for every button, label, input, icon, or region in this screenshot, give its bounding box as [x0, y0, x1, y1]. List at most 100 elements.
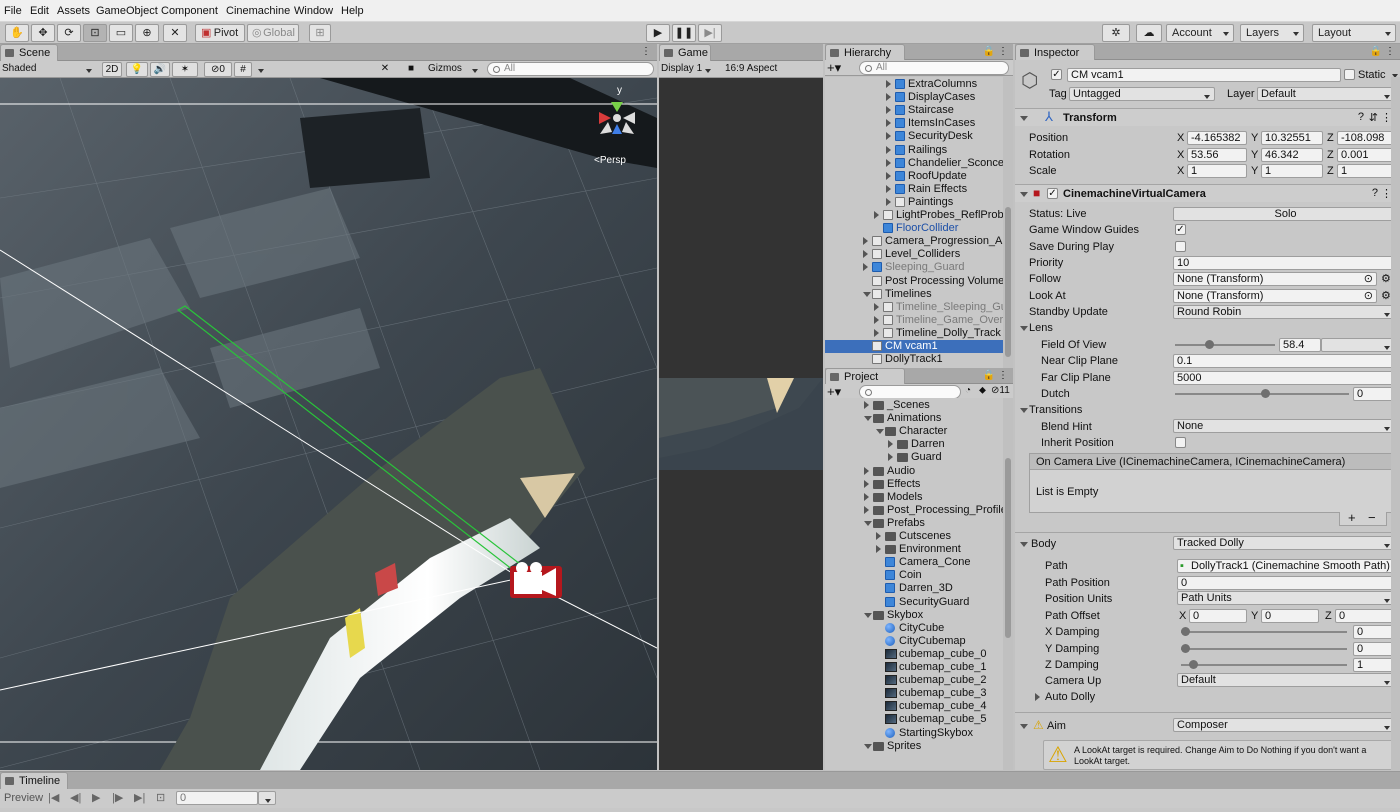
custom-tool-button[interactable]: ✕: [163, 24, 187, 42]
path-field[interactable]: ▪ DollyTrack1 (Cinemachine Smooth Path): [1177, 559, 1395, 573]
fov-slider[interactable]: [1175, 340, 1275, 349]
step-button[interactable]: ▶|: [698, 24, 722, 42]
collapse-arrow-icon[interactable]: [888, 453, 893, 462]
hierarchy-item[interactable]: FloorCollider: [825, 222, 1003, 235]
hierarchy-item[interactable]: ItemsInCases: [825, 117, 1003, 130]
next-frame-icon[interactable]: |▶: [112, 791, 123, 805]
collapse-arrow-icon[interactable]: [876, 532, 881, 540]
hierarchy-item[interactable]: Sleeping_Guard: [825, 261, 1003, 274]
auto-dolly-label[interactable]: Auto Dolly: [1045, 690, 1095, 704]
tag-dropdown[interactable]: Untagged: [1069, 87, 1215, 101]
collapse-arrow-icon[interactable]: [864, 466, 869, 475]
scale-z-field[interactable]: 1: [1337, 164, 1395, 178]
collapse-arrow-icon[interactable]: [886, 132, 891, 141]
effects-dropdown[interactable]: ✶: [172, 62, 198, 77]
hierarchy-item[interactable]: Camera_Progression_And: [825, 235, 1013, 248]
collapse-arrow-icon[interactable]: [863, 237, 868, 246]
active-checkbox[interactable]: ✓: [1051, 69, 1062, 80]
fov-field[interactable]: 58.4: [1279, 338, 1321, 352]
game-viewport[interactable]: [659, 78, 823, 770]
project-scrollbar[interactable]: [1003, 398, 1013, 770]
path-offset-z-field[interactable]: 0: [1335, 609, 1395, 623]
object-picker-icon[interactable]: ⊙: [1364, 273, 1373, 285]
slider-knob[interactable]: [1260, 389, 1270, 398]
fold-arrow-icon[interactable]: [1035, 693, 1040, 701]
scrollbar-thumb[interactable]: [1005, 458, 1011, 638]
hierarchy-item[interactable]: Timelines: [825, 288, 1003, 301]
fov-preset-dropdown[interactable]: [1321, 338, 1395, 352]
hierarchy-item[interactable]: Timeline_Sleeping_Gu: [825, 301, 1007, 314]
menu-cinemachine[interactable]: Cinemachine: [226, 5, 290, 17]
position-units-dropdown[interactable]: Path Units: [1177, 591, 1395, 605]
collapse-arrow-icon[interactable]: [886, 119, 891, 128]
layers-dropdown[interactable]: Layers: [1240, 24, 1304, 42]
filter-type-icon[interactable]: ◔: [965, 385, 971, 396]
menu-edit[interactable]: Edit: [30, 5, 49, 17]
hierarchy-item[interactable]: Rain Effects: [825, 183, 1003, 196]
slider-knob[interactable]: [1205, 340, 1215, 349]
collapse-arrow-icon[interactable]: [886, 171, 891, 180]
collapse-arrow-icon[interactable]: [886, 106, 891, 115]
object-name-field[interactable]: CM vcam1: [1067, 68, 1341, 82]
body-dropdown[interactable]: Tracked Dolly: [1173, 536, 1395, 550]
fold-arrow-icon[interactable]: [1020, 408, 1028, 413]
project-search-input[interactable]: [859, 385, 961, 399]
create-dropdown[interactable]: +▾: [827, 61, 855, 76]
transform-tool-button[interactable]: ⊕: [135, 24, 159, 42]
rotation-z-field[interactable]: 0.001: [1337, 148, 1395, 162]
scene-tools-button[interactable]: ✕: [376, 62, 394, 77]
preset-icon[interactable]: ⇵: [1369, 111, 1378, 124]
collapse-arrow-icon[interactable]: [876, 545, 881, 554]
grid-dropdown[interactable]: [254, 62, 266, 77]
blend-hint-dropdown[interactable]: None: [1173, 419, 1395, 433]
hierarchy-item[interactable]: SecurityDesk: [825, 130, 1003, 143]
path-position-field[interactable]: 0: [1177, 576, 1395, 590]
frame-field[interactable]: 0: [176, 791, 258, 805]
slider-knob[interactable]: [1181, 627, 1190, 636]
pivot-toggle[interactable]: ▣ Pivot: [195, 24, 245, 42]
snap-button[interactable]: ⊞: [309, 24, 331, 42]
y-damping-slider[interactable]: [1181, 644, 1347, 653]
object-picker-icon[interactable]: ⊙: [1364, 290, 1373, 302]
menu-assets[interactable]: Assets: [57, 5, 90, 17]
solo-button[interactable]: Solo: [1173, 207, 1395, 221]
collapse-arrow-icon[interactable]: [886, 197, 891, 206]
hierarchy-item[interactable]: Timeline_Game_Over: [825, 314, 1003, 327]
hidden-objects-toggle[interactable]: ⊘0: [204, 62, 232, 77]
scrollbar-thumb[interactable]: [1005, 207, 1011, 357]
expand-arrow-icon[interactable]: [863, 291, 871, 297]
persp-label[interactable]: <Persp: [594, 155, 626, 166]
lock-icon[interactable]: 🔒: [1370, 46, 1382, 57]
expand-arrow-icon[interactable]: [876, 429, 884, 435]
game-window-guides-checkbox[interactable]: ✓: [1175, 224, 1186, 235]
move-tool-button[interactable]: ✥: [31, 24, 55, 42]
inherit-position-checkbox[interactable]: [1175, 437, 1186, 448]
rotation-y-field[interactable]: 46.342: [1261, 148, 1323, 162]
aim-dropdown[interactable]: Composer: [1173, 718, 1395, 732]
frame-dropdown[interactable]: [258, 791, 276, 805]
fold-arrow-icon[interactable]: [1020, 542, 1028, 547]
hierarchy-item[interactable]: Railings: [825, 144, 1003, 157]
menu-file[interactable]: File: [4, 5, 22, 17]
hierarchy-item[interactable]: RoofUpdate: [825, 170, 1003, 183]
fold-arrow-icon[interactable]: [1020, 724, 1028, 729]
collapse-arrow-icon[interactable]: [888, 440, 893, 449]
near-clip-field[interactable]: 0.1: [1173, 354, 1395, 368]
expand-arrow-icon[interactable]: [864, 520, 872, 526]
global-toggle[interactable]: ◎ Global: [247, 24, 299, 42]
hierarchy-item[interactable]: LightProbes_ReflProbe: [825, 209, 1010, 222]
add-event-button[interactable]: +: [1348, 511, 1356, 525]
play-button[interactable]: ▶: [646, 24, 670, 42]
menu-component[interactable]: Component: [161, 5, 218, 17]
priority-field[interactable]: 10: [1173, 256, 1395, 270]
scene-search-input[interactable]: All: [487, 62, 654, 76]
hierarchy-search-input[interactable]: All: [859, 61, 1009, 75]
go-to-end-icon[interactable]: ▶|: [134, 791, 145, 805]
inspector-scrollbar[interactable]: [1391, 77, 1400, 770]
gear-icon[interactable]: ⚙: [1381, 289, 1391, 302]
save-during-play-checkbox[interactable]: [1175, 241, 1186, 252]
x-damping-slider[interactable]: [1181, 627, 1347, 636]
collapse-arrow-icon[interactable]: [874, 315, 879, 324]
position-y-field[interactable]: 10.32551: [1261, 131, 1323, 145]
go-to-start-icon[interactable]: |◀: [48, 791, 59, 805]
